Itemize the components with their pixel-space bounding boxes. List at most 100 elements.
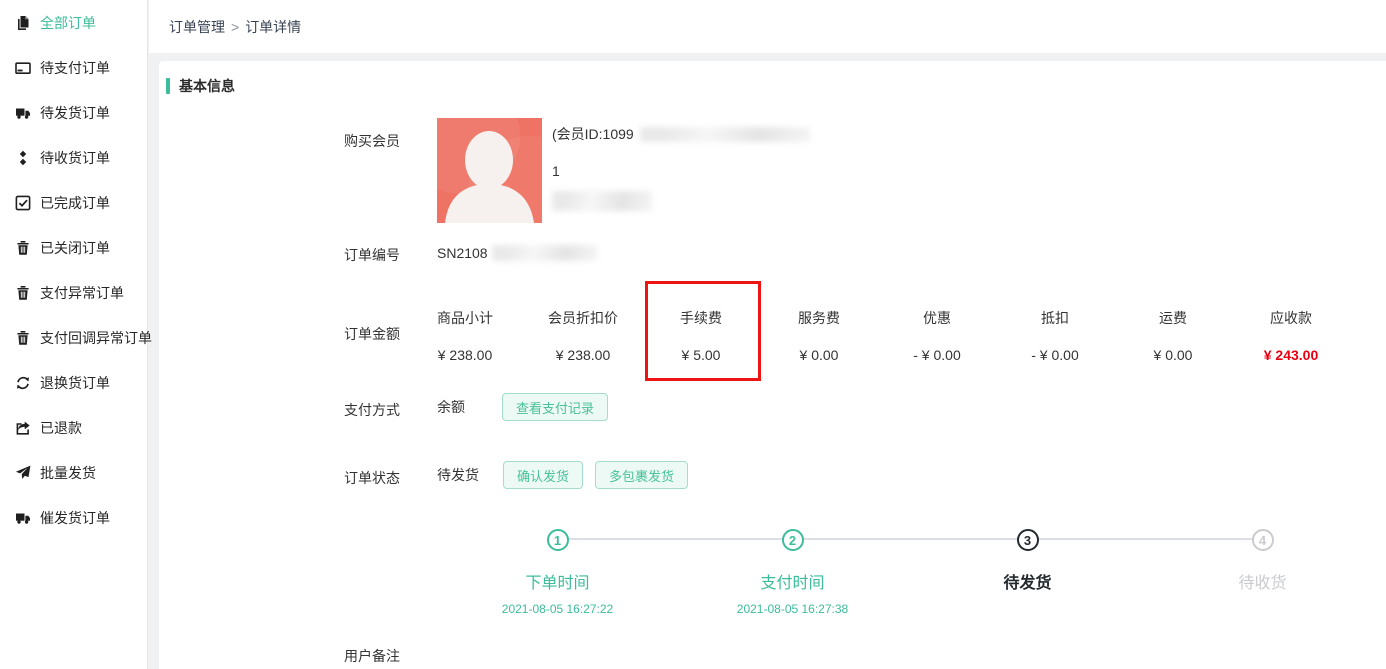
sidebar-item-9[interactable]: 退换货订单 <box>0 360 147 405</box>
user-remark-label: 用户备注 <box>344 646 400 666</box>
sidebar-item-7[interactable]: 支付异常订单 <box>0 270 147 315</box>
credit-card-icon <box>15 60 31 76</box>
payment-method-value: 余额 <box>437 397 465 417</box>
progress-step-4: 4 待收货 <box>1145 529 1380 616</box>
amount-column: 会员折扣价 ¥ 238.00 <box>524 308 642 363</box>
amount-column: 商品小计 ¥ 238.00 <box>406 308 524 363</box>
sidebar-item-label: 待发货订单 <box>40 103 110 123</box>
sidebar-item-3[interactable]: 待发货订单 <box>0 90 147 135</box>
order-no-value: SN2108 <box>437 245 597 261</box>
amount-column-value: ¥ 238.00 <box>406 347 524 363</box>
trash-icon <box>15 330 31 346</box>
breadcrumb-current: 订单详情 <box>245 17 301 37</box>
amount-column-value: ¥ 5.00 <box>642 347 760 363</box>
order-no-label: 订单编号 <box>344 245 400 265</box>
amount-column: 手续费 ¥ 5.00 <box>642 308 760 363</box>
truck-icon <box>15 105 31 121</box>
step-timestamp: 2021-08-05 16:27:22 <box>440 602 675 616</box>
amount-column: 运费¥ 0.00 <box>1114 308 1232 363</box>
amount-column-label: 会员折扣价 <box>524 308 642 328</box>
sidebar-item-label: 支付异常订单 <box>40 283 124 303</box>
sidebar-item-label: 支付回调异常订单 <box>40 328 152 348</box>
order-no-prefix: SN2108 <box>437 245 488 261</box>
member-info: (会员ID:1099 1 <box>552 124 810 211</box>
sidebar-item-8[interactable]: 支付回调异常订单 <box>0 315 147 360</box>
trash-icon <box>15 285 31 301</box>
sidebar-item-label: 批量发货 <box>40 463 96 483</box>
amount-column-value: - ¥ 0.00 <box>878 347 996 363</box>
progress-step-1: 1 下单时间 2021-08-05 16:27:22 <box>440 529 675 616</box>
breadcrumb: 订单管理 > 订单详情 <box>149 0 1386 53</box>
sidebar-menu: 全部订单待支付订单待发货订单待收货订单已完成订单已关闭订单支付异常订单支付回调异… <box>0 0 147 540</box>
buyer-label: 购买会员 <box>344 131 400 151</box>
step-label: 待发货 <box>910 569 1145 593</box>
breadcrumb-parent[interactable]: 订单管理 <box>169 17 225 37</box>
sidebar-item-4[interactable]: 待收货订单 <box>0 135 147 180</box>
order-status-value: 待发货 <box>437 465 479 485</box>
section-title: 基本信息 <box>179 76 235 96</box>
member-detail-redacted <box>552 191 652 211</box>
confirm-ship-button[interactable]: 确认发货 <box>503 461 583 489</box>
sidebar-item-12[interactable]: 催发货订单 <box>0 495 147 540</box>
amount-column-label: 服务费 <box>760 308 878 328</box>
step-number-circle: 3 <box>1017 529 1039 551</box>
basic-info-panel: 基本信息 购买会员 (会员ID:1099 1 订单编号 SN2108 <box>159 61 1386 669</box>
order-no-redacted <box>492 245 597 261</box>
amount-column-label: 手续费 <box>642 308 760 328</box>
order-amount-label: 订单金额 <box>344 324 400 344</box>
sidebar-item-label: 催发货订单 <box>40 508 110 528</box>
documents-icon <box>15 15 31 31</box>
sidebar-item-10[interactable]: 已退款 <box>0 405 147 450</box>
amount-column-label: 优惠 <box>878 308 996 328</box>
sidebar-item-label: 已关闭订单 <box>40 238 110 258</box>
amount-column-label: 运费 <box>1114 308 1232 328</box>
amount-column: 服务费 ¥ 0.00 <box>760 308 878 363</box>
amount-column-value: - ¥ 0.00 <box>996 347 1114 363</box>
sidebar-item-label: 待支付订单 <box>40 58 110 78</box>
sidebar-item-2[interactable]: 待支付订单 <box>0 45 147 90</box>
sidebar-item-6[interactable]: 已关闭订单 <box>0 225 147 270</box>
truck-icon <box>15 510 31 526</box>
sidebar-item-label: 退换货订单 <box>40 373 110 393</box>
check-square-icon <box>15 195 31 211</box>
sidebar-item-label: 已完成订单 <box>40 193 110 213</box>
package-arrows-icon <box>15 150 31 166</box>
amount-column-value: ¥ 0.00 <box>760 347 878 363</box>
step-number-circle: 4 <box>1252 529 1274 551</box>
step-label: 待收货 <box>1145 569 1380 593</box>
amount-column: 抵扣 - ¥ 0.00 <box>996 308 1114 363</box>
trash-icon <box>15 240 31 256</box>
amount-column: 优惠 - ¥ 0.00 <box>878 308 996 363</box>
order-status-label: 订单状态 <box>344 468 400 488</box>
export-icon <box>15 420 31 436</box>
section-accent-bar <box>166 78 170 94</box>
sidebar-item-label: 已退款 <box>40 418 82 438</box>
sidebar-item-1[interactable]: 全部订单 <box>0 0 147 45</box>
step-number-circle: 2 <box>782 529 804 551</box>
step-label: 下单时间 <box>440 569 675 593</box>
section-header: 基本信息 <box>166 76 235 96</box>
sidebar-item-11[interactable]: 批量发货 <box>0 450 147 495</box>
sidebar-item-5[interactable]: 已完成订单 <box>0 180 147 225</box>
amount-column-label: 抵扣 <box>996 308 1114 328</box>
multi-package-ship-button[interactable]: 多包裹发货 <box>595 461 688 489</box>
amount-columns: 商品小计 ¥ 238.00 会员折扣价 ¥ 238.00 手续费 ¥ 5.00 服务费 ¥ 0… <box>406 308 1350 363</box>
order-sidebar: 全部订单待支付订单待发货订单待收货订单已完成订单已关闭订单支付异常订单支付回调异… <box>0 0 148 669</box>
member-avatar <box>437 118 542 223</box>
amount-column-value: ¥ 238.00 <box>524 347 642 363</box>
sidebar-item-label: 全部订单 <box>40 13 96 33</box>
amount-column: 应收款¥ 243.00 <box>1232 308 1350 363</box>
amount-column-label: 应收款 <box>1232 308 1350 328</box>
amount-column-label: 商品小计 <box>406 308 524 328</box>
member-name-redacted <box>640 127 810 142</box>
step-number-circle: 1 <box>547 529 569 551</box>
breadcrumb-separator: > <box>231 19 239 35</box>
member-quantity: 1 <box>552 163 810 179</box>
progress-step-3: 3 待发货 <box>910 529 1145 616</box>
refresh-icon <box>15 375 31 391</box>
step-label: 支付时间 <box>675 569 910 593</box>
member-id-text: (会员ID:1099 <box>552 124 634 144</box>
view-payment-records-button[interactable]: 查看支付记录 <box>502 393 608 421</box>
send-icon <box>15 465 31 481</box>
step-timestamp: 2021-08-05 16:27:38 <box>675 602 910 616</box>
